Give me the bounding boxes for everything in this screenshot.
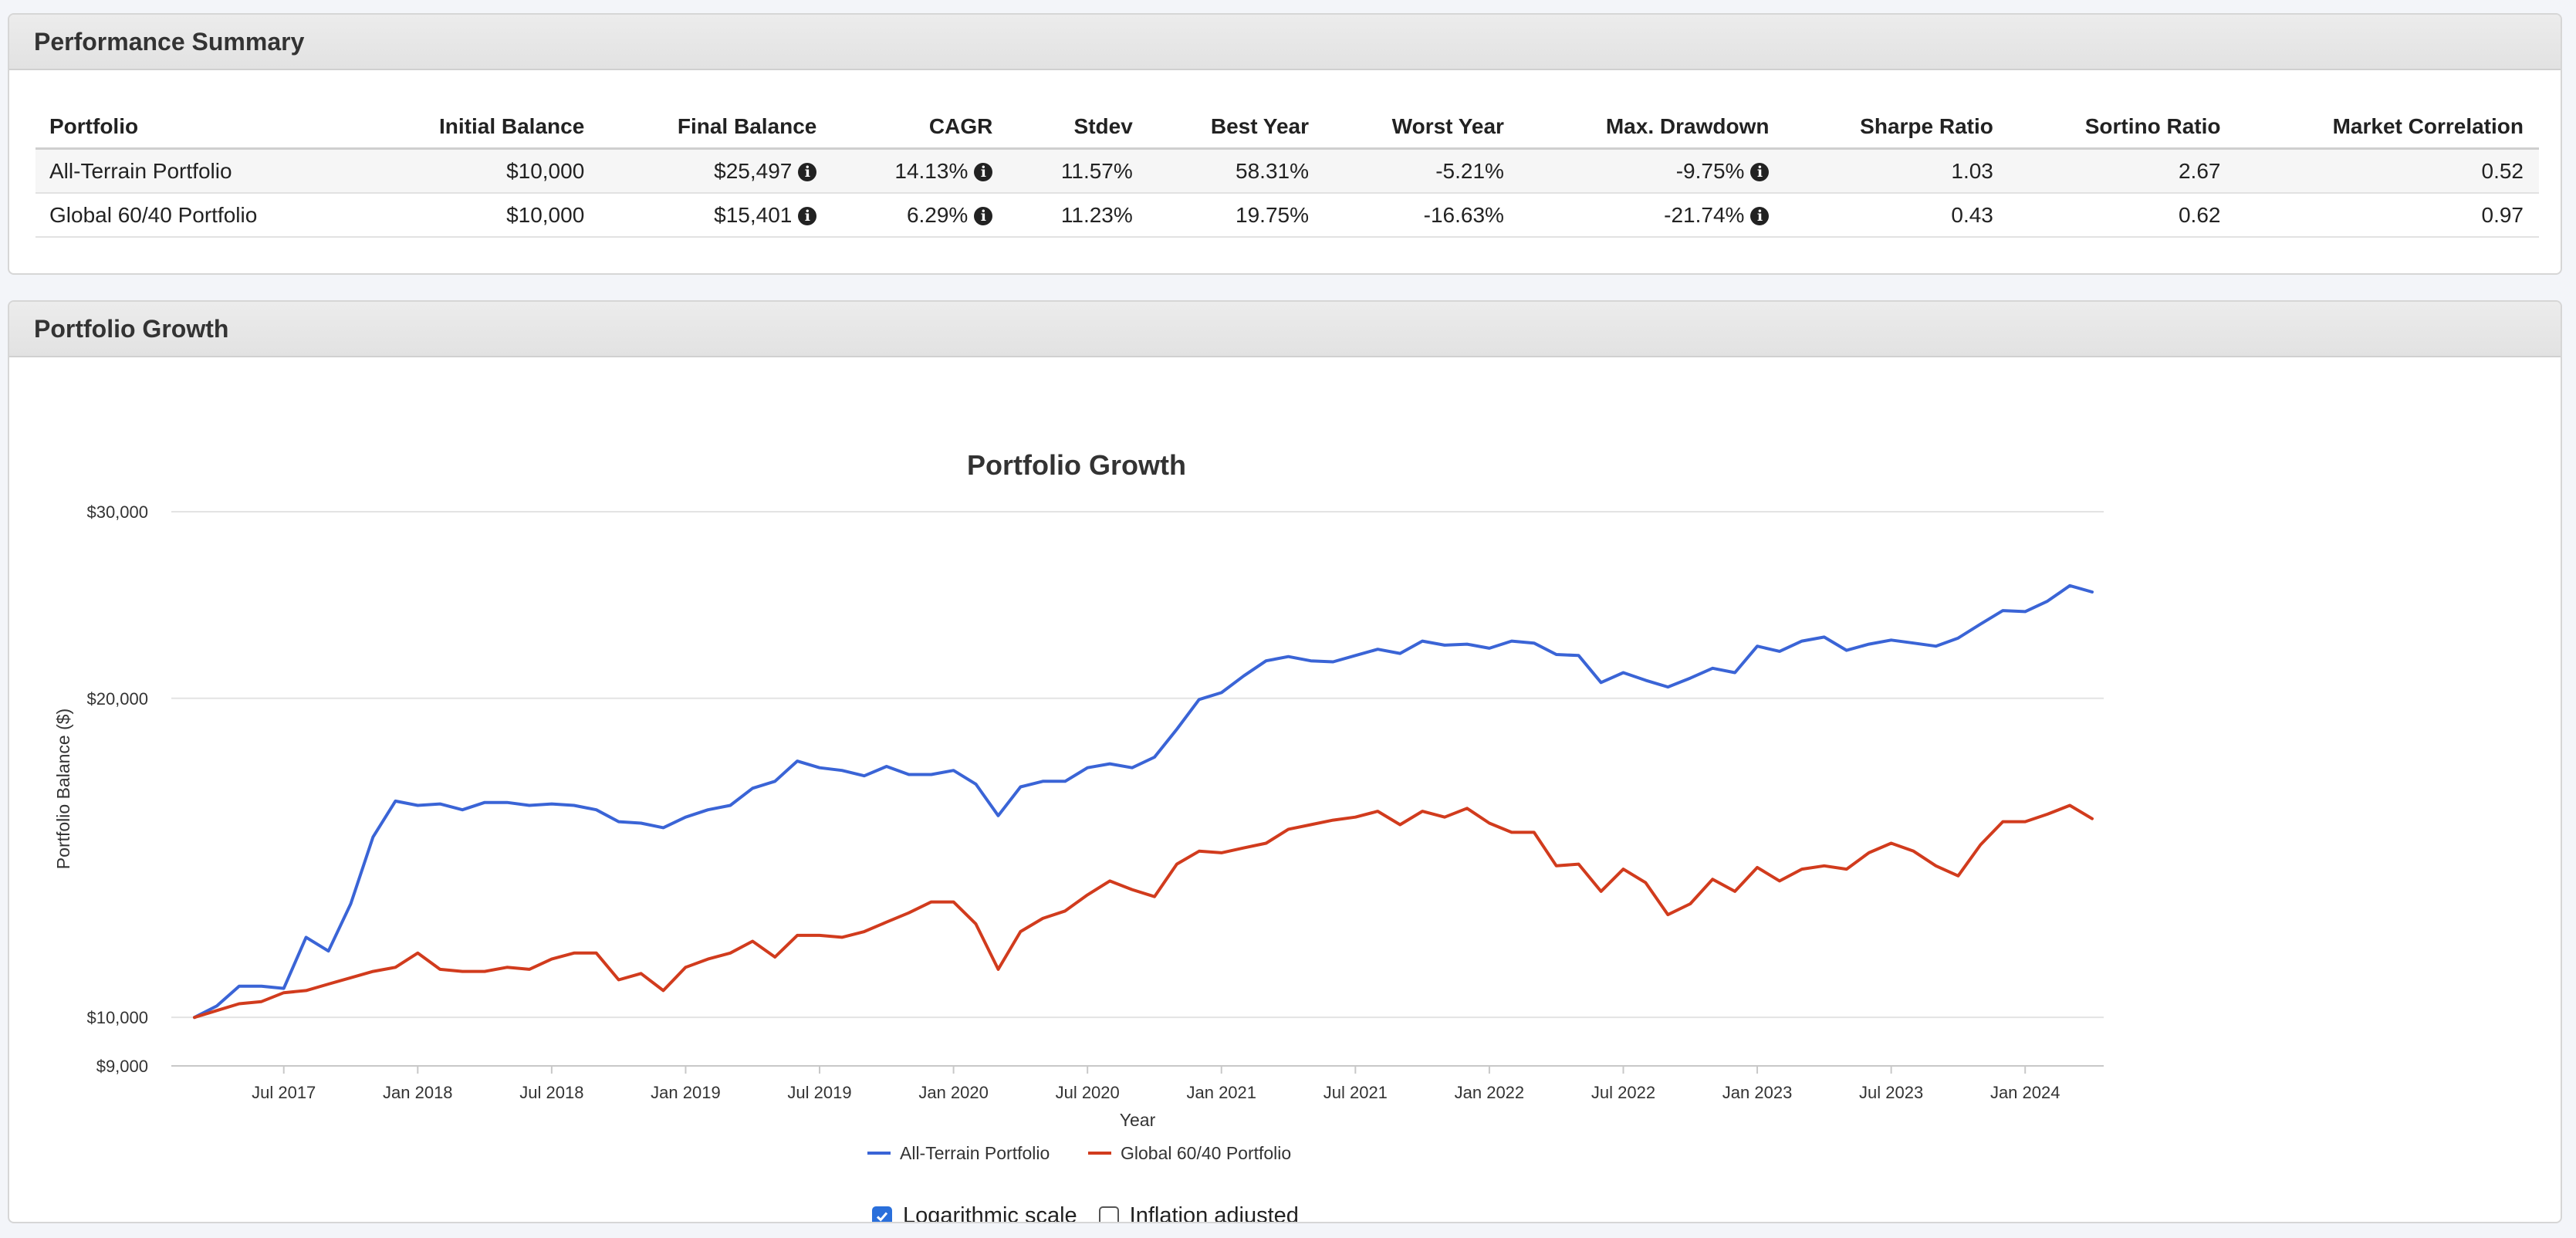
cell-market-correlation: 0.52	[2236, 148, 2539, 194]
cell-portfolio: Global 60/40 Portfolio	[35, 193, 360, 238]
cell-sharpe-ratio: 0.43	[1784, 193, 2009, 238]
col-cagr: CAGR	[832, 106, 1009, 150]
table-header-row: Portfolio Initial Balance Final Balance …	[35, 106, 2539, 150]
info-circle-icon[interactable]: i	[1750, 207, 1770, 226]
col-stdev: Stdev	[1008, 106, 1148, 150]
portfolio-growth-header: Portfolio Growth	[9, 302, 2561, 357]
cell-best-year: 19.75%	[1148, 193, 1324, 238]
cell-sharpe-ratio: 1.03	[1784, 148, 2009, 194]
col-sharpe-ratio: Sharpe Ratio	[1784, 106, 2009, 150]
cell-max-drawdown: -9.75% i	[1519, 148, 1785, 194]
cell-initial-balance: $10,000	[359, 148, 600, 194]
info-circle-icon[interactable]: i	[798, 207, 817, 226]
col-worst-year: Worst Year	[1323, 106, 1520, 150]
performance-summary-table: Portfolio Initial Balance Final Balance …	[35, 106, 2539, 238]
col-market-correlation: Market Correlation	[2236, 106, 2539, 150]
col-final-balance: Final Balance	[600, 106, 833, 150]
x-tick-label: Jul 2018	[519, 1083, 583, 1102]
cell-cagr: 6.29% i	[832, 193, 1009, 238]
cell-cagr: 14.13% i	[832, 148, 1009, 194]
info-circle-icon[interactable]: i	[974, 163, 993, 182]
checkmark-icon	[876, 1212, 888, 1222]
x-axis-label: Year	[1120, 1110, 1156, 1130]
cell-portfolio: All-Terrain Portfolio	[35, 148, 360, 194]
y-tick-label: $9,000	[96, 1057, 148, 1076]
final-balance-value: $15,401	[714, 202, 793, 227]
legend-item[interactable]: Global 60/40 Portfolio	[1088, 1143, 1291, 1163]
x-tick-label: Jul 2022	[1591, 1083, 1655, 1102]
cell-sortino-ratio: 2.67	[2008, 148, 2236, 194]
x-tick-label: Jul 2023	[1859, 1083, 1923, 1102]
portfolio-growth-chart: Portfolio Growth $9,000 $10,000 $20,000 $30,…	[53, 449, 2104, 1163]
info-circle-icon[interactable]: i	[974, 207, 993, 226]
col-portfolio: Portfolio	[35, 106, 360, 150]
y-tick-label: $10,000	[86, 1008, 148, 1027]
final-balance-value: $25,497	[714, 158, 793, 183]
series-line-global-6040	[193, 803, 2094, 1020]
cell-worst-year: -16.63%	[1323, 193, 1520, 238]
cell-sortino-ratio: 0.62	[2008, 193, 2236, 238]
legend-item[interactable]: All-Terrain Portfolio	[867, 1143, 1050, 1163]
inflation-adjusted-checkbox[interactable]	[1098, 1206, 1119, 1222]
info-circle-icon[interactable]: i	[798, 163, 817, 182]
cell-final-balance: $15,401 i	[600, 193, 833, 238]
col-best-year: Best Year	[1148, 106, 1324, 150]
cell-best-year: 58.31%	[1148, 148, 1324, 194]
x-tick-label: Jan 2021	[1186, 1083, 1256, 1102]
x-tick-label: Jan 2024	[1990, 1083, 2060, 1102]
performance-summary-title: Performance Summary	[9, 15, 2561, 70]
y-axis-label: Portfolio Balance ($)	[53, 709, 73, 869]
col-initial-balance: Initial Balance	[359, 106, 600, 150]
y-tick-label: $20,000	[86, 689, 148, 709]
cagr-value: 14.13%	[894, 158, 969, 183]
chart-title: Portfolio Growth	[967, 449, 1186, 481]
cell-initial-balance: $10,000	[359, 193, 600, 238]
x-tick-label: Jul 2019	[787, 1083, 851, 1102]
cell-worst-year: -5.21%	[1323, 148, 1520, 194]
info-circle-icon[interactable]: i	[1750, 163, 1770, 182]
x-tick-label: Jan 2019	[651, 1083, 721, 1102]
cell-stdev: 11.57%	[1008, 148, 1148, 194]
x-tick-label: Jul 2021	[1323, 1083, 1388, 1102]
max-drawdown-value: -21.74%	[1664, 202, 1745, 227]
x-tick-label: Jul 2017	[252, 1083, 316, 1102]
cell-max-drawdown: -21.74% i	[1519, 193, 1785, 238]
x-tick-label: Jan 2022	[1455, 1083, 1525, 1102]
portfolio-growth-chart-area: Portfolio Growth $9,000 $10,000 $20,000 $30,…	[9, 357, 2561, 1222]
x-tick-label: Jan 2020	[918, 1083, 989, 1102]
cell-market-correlation: 0.97	[2236, 193, 2539, 238]
table-row: Global 60/40 Portfolio $10,000 $15,401 i …	[35, 193, 2539, 238]
cagr-value: 6.29%	[906, 202, 969, 227]
cell-final-balance: $25,497 i	[600, 148, 833, 194]
legend-label: Global 60/40 Portfolio	[1121, 1143, 1291, 1163]
performance-summary-panel: Performance Summary Portfolio Initial Ba…	[8, 13, 2562, 275]
log-scale-label[interactable]: Logarithmic scale	[903, 1203, 1077, 1222]
chart-options: Logarithmic scale Inflation adjusted	[872, 1203, 1299, 1222]
col-sortino-ratio: Sortino Ratio	[2008, 106, 2236, 150]
max-drawdown-value: -9.75%	[1675, 158, 1745, 183]
x-tick-label: Jan 2018	[383, 1083, 453, 1102]
table-row: All-Terrain Portfolio $10,000 $25,497 i 1…	[35, 148, 2539, 194]
inflation-adjusted-label[interactable]: Inflation adjusted	[1130, 1203, 1299, 1222]
x-tick-label: Jul 2020	[1056, 1083, 1120, 1102]
cell-stdev: 11.23%	[1008, 193, 1148, 238]
series-line-all-terrain	[193, 583, 2094, 1020]
y-tick-label: $30,000	[86, 502, 148, 522]
portfolio-growth-panel: Portfolio Growth Portfolio Growth $9,000 $…	[8, 300, 2562, 1223]
log-scale-checkbox[interactable]	[872, 1206, 892, 1222]
x-tick-label: Jan 2023	[1722, 1083, 1793, 1102]
legend-label: All-Terrain Portfolio	[900, 1143, 1050, 1163]
col-max-drawdown: Max. Drawdown	[1519, 106, 1785, 150]
